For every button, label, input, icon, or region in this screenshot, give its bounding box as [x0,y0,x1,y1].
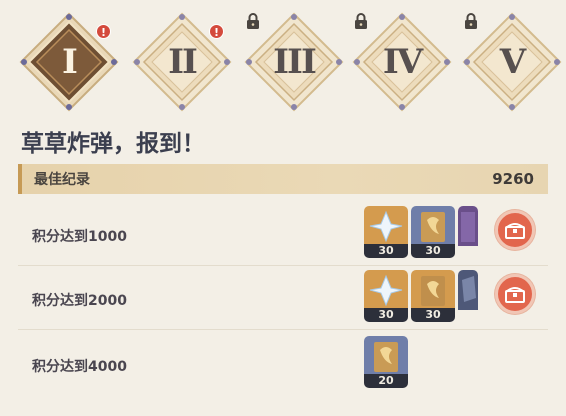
reward-count: 30 [364,308,408,322]
stage-4-tab[interactable]: IV [352,12,452,112]
stage-1-tab[interactable]: I ! [19,12,119,112]
hero-wit-icon [411,270,455,310]
stage-numeral: IV [382,42,423,82]
enhancement-ore-icon [458,270,478,310]
primogem-icon [364,206,408,246]
alert-badge-icon: ! [209,24,224,39]
purple-book-icon [458,206,478,246]
reward-row-label: 积分达到4000 [32,359,127,375]
hero-wit-icon [364,336,408,376]
primogem-icon [364,270,408,310]
reward-row: 积分达到4000 20 [18,334,548,396]
stage-numeral: III [273,42,317,82]
best-record-bar: 最佳纪录 9260 [18,164,548,194]
best-record-value: 9260 [492,170,534,188]
hero-wit-icon [411,206,455,246]
chest-icon [505,223,525,239]
reward-row: 积分达到2000 30 30 [18,268,548,330]
lock-icon [465,13,477,29]
stage-2-tab[interactable]: II ! [132,12,232,112]
reward-item-hero-wit[interactable]: 20 [364,336,408,388]
lock-icon [355,13,367,29]
stage-3-tab[interactable]: III [244,12,344,112]
reward-count: 20 [364,374,408,388]
reward-row-label: 积分达到1000 [32,229,127,245]
claim-reward-button[interactable] [495,274,535,314]
reward-row-label: 积分达到2000 [32,293,127,309]
reward-item-hero-wit[interactable]: 30 [411,270,455,322]
stage-numeral: I [62,42,78,82]
stage-numeral: II [168,42,198,82]
reward-item-hero-wit[interactable]: 30 [411,206,455,258]
reward-item-partial[interactable] [458,206,478,258]
reward-row: 积分达到1000 30 30 [18,204,548,266]
claim-reward-button[interactable] [495,210,535,250]
stage-numeral: V [499,42,526,82]
reward-count: 30 [411,308,455,322]
reward-count: 30 [364,244,408,258]
alert-badge-icon: ! [96,24,111,39]
stage-selector: I ! II ! III IV V [0,0,566,118]
lock-icon [247,13,259,29]
reward-count: 30 [411,244,455,258]
reward-item-primogem[interactable]: 30 [364,270,408,322]
best-record-label: 最佳纪录 [34,172,90,188]
stage-5-tab[interactable]: V [462,12,562,112]
event-title: 草草炸弹，报到！ [21,131,205,157]
chest-icon [505,287,525,303]
reward-item-partial[interactable] [458,270,478,322]
reward-item-primogem[interactable]: 30 [364,206,408,258]
